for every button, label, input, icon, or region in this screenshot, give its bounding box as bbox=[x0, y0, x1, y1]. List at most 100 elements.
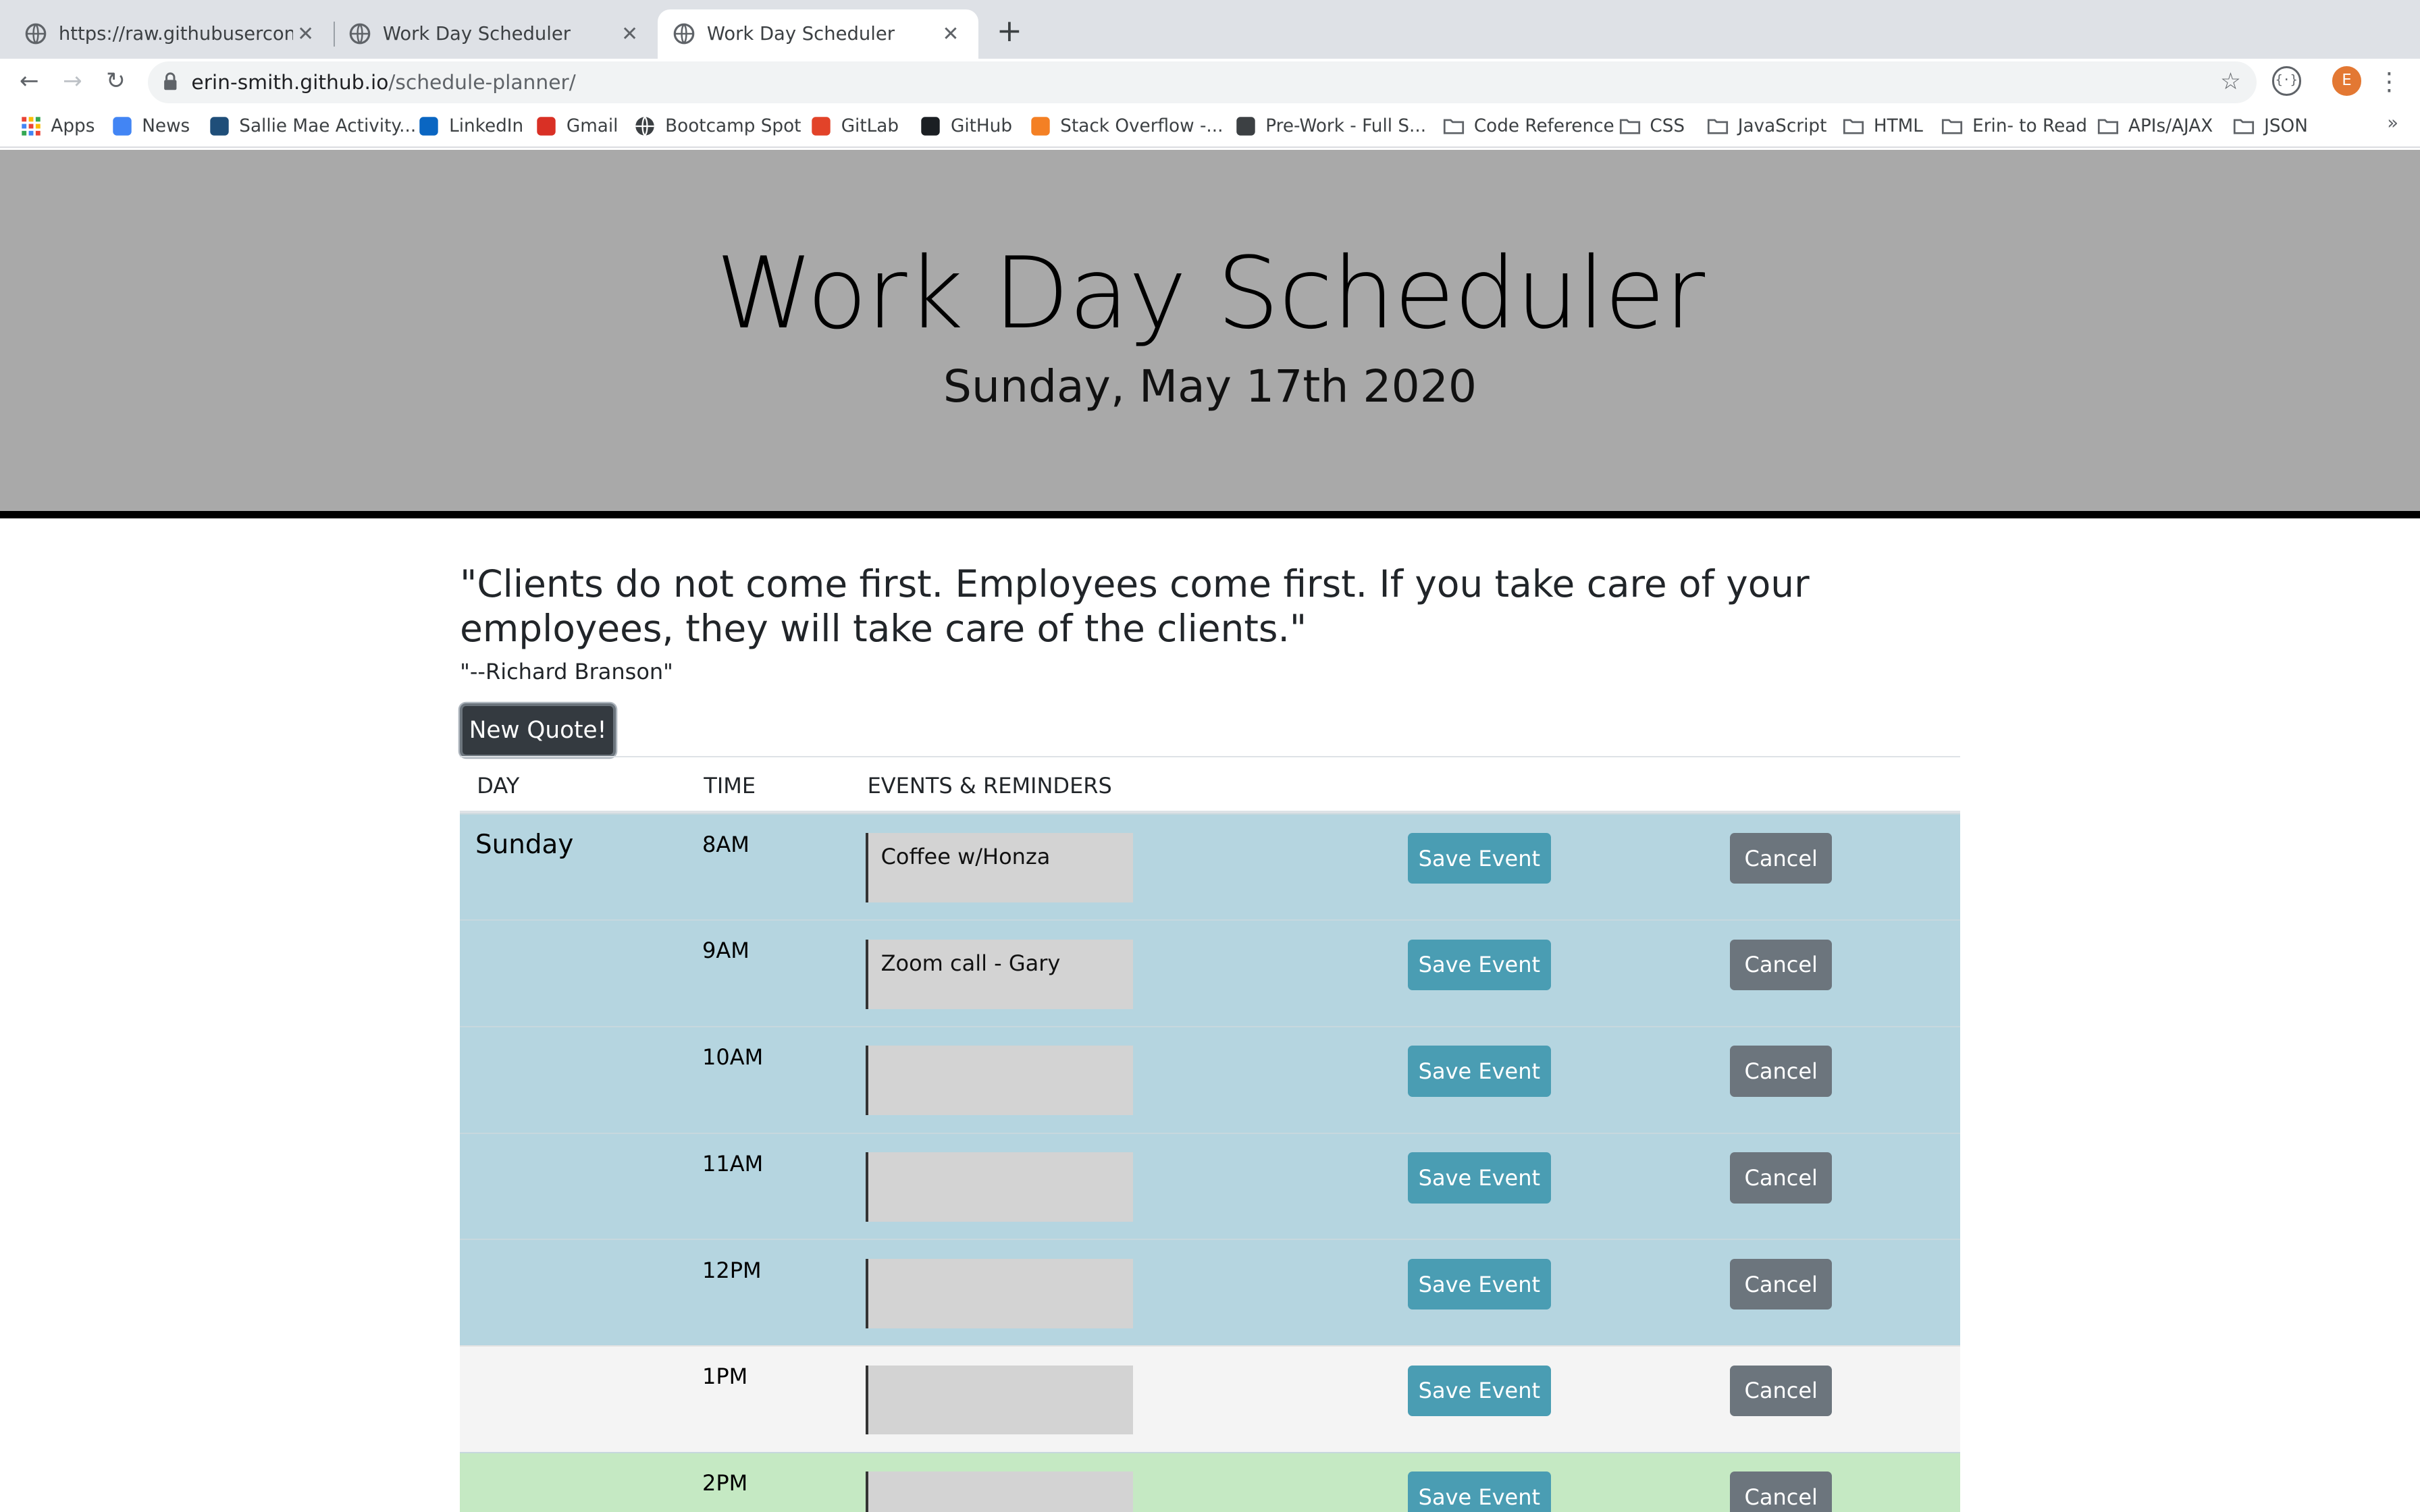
menu-kebab-icon[interactable]: ⋮ bbox=[2377, 66, 2402, 97]
save-event-button[interactable]: Save Event bbox=[1407, 1365, 1552, 1416]
bookmark-css[interactable]: CSS bbox=[1619, 114, 1685, 139]
back-arrow-icon[interactable]: ← bbox=[14, 66, 45, 97]
bookmark-bootcamp-spot[interactable]: Bootcamp Spot bbox=[634, 114, 801, 139]
tab-title: https://raw.githubusercontent.com bbox=[58, 23, 293, 45]
bookmark-label: Gmail bbox=[566, 116, 619, 137]
bookmark-stack-overflow[interactable]: Stack Overflow -... bbox=[1030, 114, 1224, 139]
header-divider bbox=[0, 510, 2420, 518]
new-tab-button[interactable]: + bbox=[994, 15, 1025, 47]
hour-label: 8AM bbox=[702, 831, 749, 857]
globe-icon bbox=[349, 23, 370, 45]
globe-icon bbox=[673, 23, 694, 45]
gitlab-icon bbox=[810, 115, 832, 137]
bookmark-erin-to-read[interactable]: Erin- to Read bbox=[1941, 114, 2087, 139]
time-block-row: 1PM Save Event Cancel bbox=[460, 1345, 1960, 1452]
header-day: DAY bbox=[477, 772, 520, 799]
bookmark-code-reference[interactable]: Code Reference bbox=[1443, 114, 1614, 139]
table-header: DAY TIME EVENTS & REMINDERS bbox=[460, 756, 1960, 813]
save-event-button[interactable]: Save Event bbox=[1407, 1472, 1552, 1512]
folder-icon bbox=[2233, 115, 2255, 137]
event-input[interactable] bbox=[866, 1152, 1133, 1222]
bookmark-apis-ajax[interactable]: APIs/AJAX bbox=[2097, 114, 2213, 139]
time-block-row: 11AM Save Event Cancel bbox=[460, 1132, 1960, 1239]
bookmark-label: Stack Overflow -... bbox=[1060, 116, 1224, 137]
folder-icon bbox=[1941, 115, 1963, 137]
save-event-button[interactable]: Save Event bbox=[1407, 939, 1552, 991]
cancel-button[interactable]: Cancel bbox=[1730, 939, 1833, 991]
news-icon bbox=[111, 115, 133, 137]
address-bar[interactable]: erin-smith.github.io/schedule-planner/ ☆ bbox=[148, 61, 2257, 104]
save-event-button[interactable]: Save Event bbox=[1407, 1258, 1552, 1310]
bookmark-label: GitHub bbox=[950, 116, 1013, 137]
bookmark-linkedin[interactable]: LinkedIn bbox=[418, 114, 523, 139]
current-date: Sunday, May 17th 2020 bbox=[943, 359, 1477, 412]
close-icon[interactable]: ✕ bbox=[617, 22, 642, 46]
bookmark-star-icon[interactable]: ☆ bbox=[2220, 68, 2241, 95]
page-title: Work Day Scheduler bbox=[716, 236, 1705, 351]
bookmark-github[interactable]: GitHub bbox=[920, 114, 1012, 139]
folder-icon bbox=[2097, 115, 2119, 137]
bookmark-apps[interactable]: Apps bbox=[20, 114, 95, 139]
page-header: Work Day Scheduler Sunday, May 17th 2020 bbox=[0, 149, 2420, 512]
cancel-button[interactable]: Cancel bbox=[1730, 1152, 1833, 1204]
hour-label: 2PM bbox=[702, 1469, 748, 1496]
event-input[interactable]: Coffee w/Honza bbox=[866, 832, 1133, 902]
time-block-row: 9AM Zoom call - Gary Save Event Cancel bbox=[460, 919, 1960, 1026]
cancel-button[interactable]: Cancel bbox=[1730, 1472, 1833, 1512]
url-path: /schedule-planner/ bbox=[388, 71, 576, 95]
event-input[interactable] bbox=[866, 1046, 1133, 1116]
tab-title: Work Day Scheduler bbox=[706, 23, 895, 45]
bookmarks-bar: Apps News Sallie Mae Activity... LinkedIn Gm… bbox=[0, 105, 2420, 148]
event-input[interactable] bbox=[866, 1258, 1133, 1328]
bookmark-gitlab[interactable]: GitLab bbox=[810, 114, 899, 139]
save-event-button[interactable]: Save Event bbox=[1407, 1152, 1552, 1204]
save-event-button[interactable]: Save Event bbox=[1407, 832, 1552, 884]
folder-icon bbox=[1619, 115, 1641, 137]
bookmark-javascript[interactable]: JavaScript bbox=[1707, 114, 1826, 139]
cancel-button[interactable]: Cancel bbox=[1730, 832, 1833, 884]
hour-label: 11AM bbox=[702, 1150, 764, 1177]
bookmark-label: Sallie Mae Activity... bbox=[239, 116, 417, 137]
close-icon[interactable]: ✕ bbox=[939, 22, 964, 46]
tab-strip: https://raw.githubusercontent.com ✕ Work… bbox=[0, 0, 2420, 59]
time-block-row: Sunday 8AM Coffee w/Honza Save Event Cancel bbox=[460, 813, 1960, 920]
book-icon bbox=[1235, 115, 1257, 137]
bookmark-gmail[interactable]: Gmail bbox=[535, 114, 618, 139]
extension-icon[interactable]: {·} bbox=[2271, 66, 2301, 96]
close-icon[interactable]: ✕ bbox=[293, 22, 318, 46]
tab-scheduler-active[interactable]: Work Day Scheduler ✕ bbox=[657, 9, 979, 59]
bookmark-json[interactable]: JSON bbox=[2233, 114, 2308, 139]
header-events: EVENTS & REMINDERS bbox=[867, 772, 1112, 799]
url-host: erin-smith.github.io bbox=[191, 71, 389, 95]
url-text: erin-smith.github.io/schedule-planner/ bbox=[191, 71, 575, 94]
cancel-button[interactable]: Cancel bbox=[1730, 1046, 1833, 1097]
cancel-button[interactable]: Cancel bbox=[1730, 1365, 1833, 1416]
bookmark-html[interactable]: HTML bbox=[1843, 114, 1923, 139]
sallie-mae-icon bbox=[209, 115, 230, 137]
bookmark-pre-work-full-s[interactable]: Pre-Work - Full S... bbox=[1235, 114, 1427, 139]
time-block-row: 12PM Save Event Cancel bbox=[460, 1239, 1960, 1346]
reload-icon[interactable]: ↻ bbox=[101, 66, 132, 97]
stackoverflow-icon bbox=[1030, 115, 1051, 137]
linkedin-icon bbox=[418, 115, 440, 137]
event-input[interactable] bbox=[866, 1365, 1133, 1435]
folder-icon bbox=[1443, 115, 1465, 137]
event-input[interactable]: Zoom call - Gary bbox=[866, 939, 1133, 1009]
cancel-button[interactable]: Cancel bbox=[1730, 1258, 1833, 1310]
profile-avatar[interactable]: E bbox=[2332, 66, 2362, 96]
save-event-button[interactable]: Save Event bbox=[1407, 1046, 1552, 1097]
event-input[interactable] bbox=[866, 1472, 1133, 1512]
tab-scheduler-1[interactable]: Work Day Scheduler ✕ bbox=[324, 9, 658, 59]
bookmark-label: GitLab bbox=[841, 116, 899, 137]
bookmark-sallie-mae-activity[interactable]: Sallie Mae Activity... bbox=[209, 114, 417, 139]
bookmarks-overflow-button[interactable]: » bbox=[2387, 113, 2398, 134]
bookmark-label: Bootcamp Spot bbox=[665, 116, 801, 137]
lock-icon bbox=[164, 72, 177, 90]
tab-raw-github[interactable]: https://raw.githubusercontent.com ✕ bbox=[0, 9, 334, 59]
bookmark-news[interactable]: News bbox=[111, 114, 190, 139]
bookmark-label: Apps bbox=[51, 116, 95, 137]
forward-arrow-icon[interactable]: → bbox=[57, 66, 88, 97]
new-quote-button[interactable]: New Quote! bbox=[460, 703, 616, 758]
bookmark-label: Pre-Work - Full S... bbox=[1265, 116, 1427, 137]
folder-icon bbox=[1707, 115, 1729, 137]
